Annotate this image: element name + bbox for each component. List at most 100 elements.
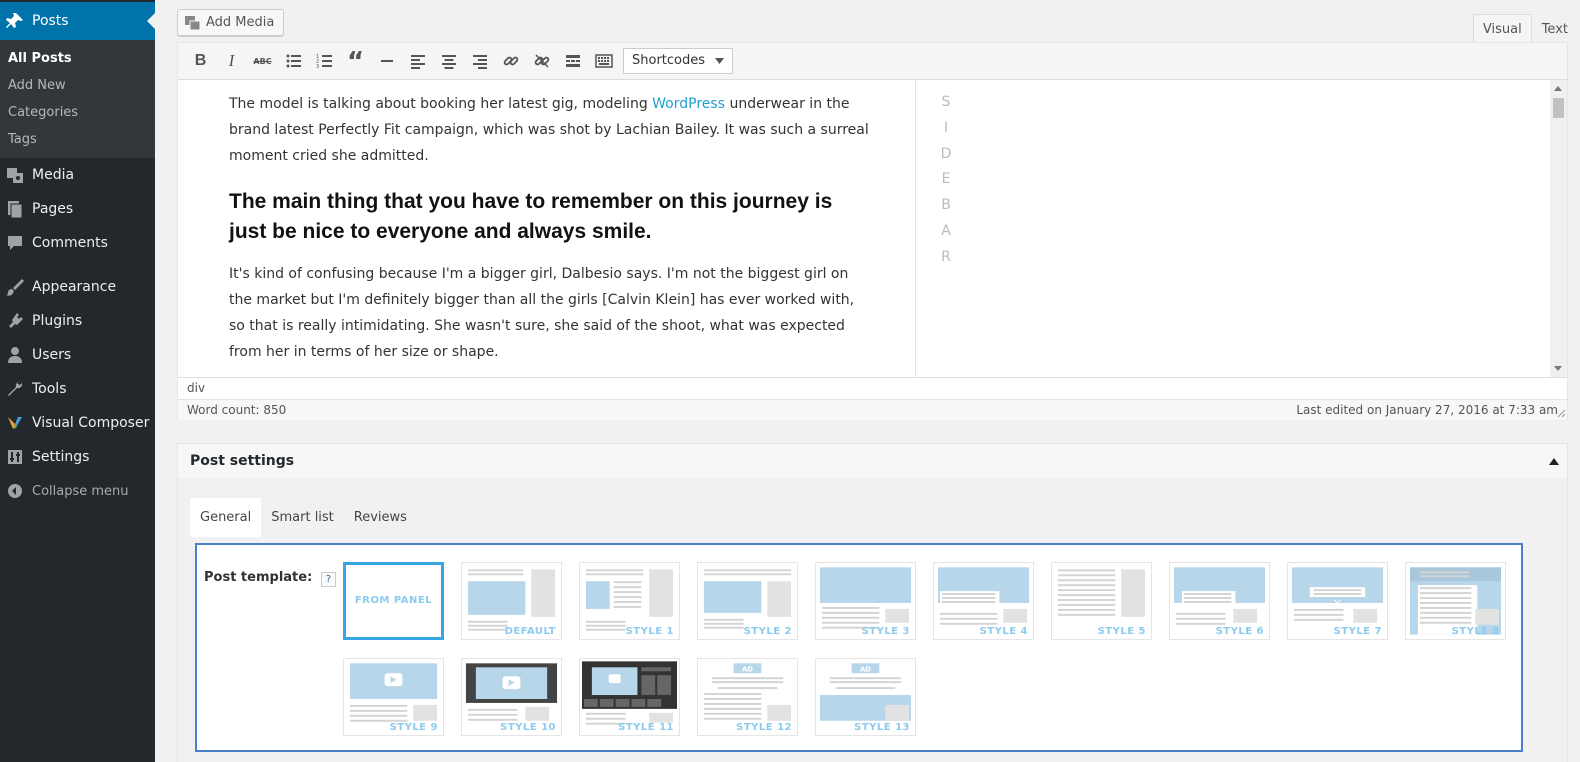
post-settings-title: Post settings: [190, 453, 295, 469]
keyboard-icon: [594, 54, 613, 68]
menu-media-label: Media: [32, 167, 75, 183]
editor-scrollbar[interactable]: [1550, 80, 1567, 377]
post-template-option[interactable]: STYLE 1: [579, 562, 680, 640]
admin-sidebar: Posts All Posts Add New Categories Tags …: [0, 0, 155, 762]
menu-posts-label: Posts: [32, 13, 69, 29]
strikethrough-icon: ABC: [253, 56, 272, 66]
settings-sliders-icon: [8, 450, 22, 464]
menu-plugins[interactable]: Plugins: [0, 304, 155, 338]
help-icon[interactable]: ?: [321, 572, 336, 587]
horizontal-line-button[interactable]: [371, 46, 402, 76]
sidebar-placeholder: S I D E B A R: [940, 94, 952, 265]
menu-comments[interactable]: Comments: [0, 226, 155, 260]
shortcodes-label: Shortcodes: [632, 53, 706, 68]
wrench-icon: [8, 381, 23, 396]
post-template-option[interactable]: STYLE 5: [1051, 562, 1152, 640]
resize-handle-icon[interactable]: [1556, 408, 1566, 418]
editor-content[interactable]: The model is talking about booking her l…: [178, 80, 1567, 377]
post-template-option[interactable]: STYLE 10: [461, 658, 562, 736]
bullet-list-icon: [286, 54, 301, 68]
menu-tools[interactable]: Tools: [0, 372, 155, 406]
element-path: div: [178, 377, 1567, 399]
italic-button[interactable]: I: [216, 46, 247, 76]
post-template-option[interactable]: STYLE 6: [1169, 562, 1270, 640]
numbered-list-button[interactable]: 123: [309, 46, 340, 76]
comment-bubble-icon: [8, 236, 22, 250]
template-label: STYLE 7: [1333, 626, 1382, 637]
post-template-option[interactable]: STYLE 11: [579, 658, 680, 736]
template-label: STYLE 6: [1215, 626, 1264, 637]
insert-link-button[interactable]: [495, 46, 526, 76]
template-label: STYLE 5: [1097, 626, 1146, 637]
wordpress-link[interactable]: WordPress: [652, 96, 725, 112]
shortcodes-dropdown[interactable]: Shortcodes: [623, 48, 734, 74]
tab-visual[interactable]: Visual: [1472, 14, 1532, 43]
tab-smart-list[interactable]: Smart list: [261, 498, 344, 537]
remove-link-button[interactable]: [526, 46, 557, 76]
menu-media[interactable]: Media: [0, 158, 155, 192]
strikethrough-button[interactable]: ABC: [247, 46, 278, 76]
template-label: STYLE 12: [736, 722, 792, 733]
menu-appearance-label: Appearance: [32, 279, 117, 295]
post-template-option[interactable]: STYLE 2: [697, 562, 798, 640]
last-edited: Last edited on January 27, 2016 at 7:33 …: [1296, 403, 1558, 417]
post-template-option[interactable]: FROM PANEL: [343, 562, 444, 640]
post-template-option[interactable]: DEFAULT: [461, 562, 562, 640]
bold-icon: B: [194, 52, 207, 69]
quote-icon: “: [346, 47, 365, 77]
post-settings-header[interactable]: Post settings: [178, 444, 1567, 479]
menu-posts[interactable]: Posts: [0, 2, 155, 40]
collapse-menu[interactable]: Collapse menu: [0, 474, 155, 508]
post-editor: B I ABC 123 “ Shortcodes The model is ta…: [177, 42, 1568, 420]
post-template-option[interactable]: STYLE 7: [1287, 562, 1388, 640]
submenu-categories[interactable]: Categories: [0, 99, 155, 126]
post-template-panel: Post template: ? FROM PANEL DEFAULT STYLE …: [195, 543, 1523, 752]
align-left-button[interactable]: [402, 46, 433, 76]
template-label: STYLE 13: [854, 722, 910, 733]
svg-text:3: 3: [316, 64, 319, 70]
align-right-button[interactable]: [464, 46, 495, 76]
unlink-icon: [534, 54, 549, 68]
post-content-column: The model is talking about booking her l…: [229, 91, 869, 377]
menu-comments-label: Comments: [32, 235, 108, 251]
align-center-icon: [441, 55, 456, 69]
post-template-option[interactable]: STYLE 3: [815, 562, 916, 640]
post-template-option[interactable]: STYLE 8: [1405, 562, 1506, 640]
menu-tools-label: Tools: [32, 381, 67, 397]
tab-text[interactable]: Text: [1532, 14, 1578, 43]
menu-plugins-label: Plugins: [32, 313, 83, 329]
template-label: STYLE 4: [979, 626, 1028, 637]
add-media-button[interactable]: Add Media: [177, 9, 285, 36]
menu-pages-label: Pages: [32, 201, 74, 217]
visual-composer-icon: [8, 417, 22, 429]
template-label: STYLE 11: [618, 722, 674, 733]
menu-users[interactable]: Users: [0, 338, 155, 372]
collapse-arrow-icon: [8, 484, 22, 498]
blockquote-button[interactable]: “: [340, 46, 371, 76]
submenu-tags[interactable]: Tags: [0, 126, 155, 153]
post-template-option[interactable]: AD STYLE 12: [697, 658, 798, 736]
bold-button[interactable]: B: [185, 46, 216, 76]
post-template-option[interactable]: STYLE 9: [343, 658, 444, 736]
submenu-add-new[interactable]: Add New: [0, 72, 155, 99]
tab-general[interactable]: General: [190, 498, 262, 537]
template-label: STYLE 8: [1451, 626, 1500, 637]
editor-status-bar: Word count: 850 Last edited on January 2…: [178, 399, 1567, 420]
menu-settings[interactable]: Settings: [0, 440, 155, 474]
menu-visual-composer[interactable]: Visual Composer: [0, 406, 155, 440]
template-label: FROM PANEL: [354, 595, 433, 606]
menu-appearance[interactable]: Appearance: [0, 270, 155, 304]
tab-reviews[interactable]: Reviews: [344, 498, 417, 537]
toolbar-toggle-button[interactable]: [588, 46, 619, 76]
read-more-button[interactable]: [557, 46, 588, 76]
menu-pages[interactable]: Pages: [0, 192, 155, 226]
template-label: STYLE 2: [743, 626, 792, 637]
bullet-list-button[interactable]: [278, 46, 309, 76]
template-label: STYLE 10: [500, 722, 556, 733]
submenu-all-posts[interactable]: All Posts: [0, 45, 155, 72]
toggle-arrow-icon[interactable]: [1549, 458, 1559, 465]
align-center-button[interactable]: [433, 46, 464, 76]
align-left-icon: [410, 55, 425, 69]
post-template-option[interactable]: STYLE 4: [933, 562, 1034, 640]
post-template-option[interactable]: AD STYLE 13: [815, 658, 916, 736]
